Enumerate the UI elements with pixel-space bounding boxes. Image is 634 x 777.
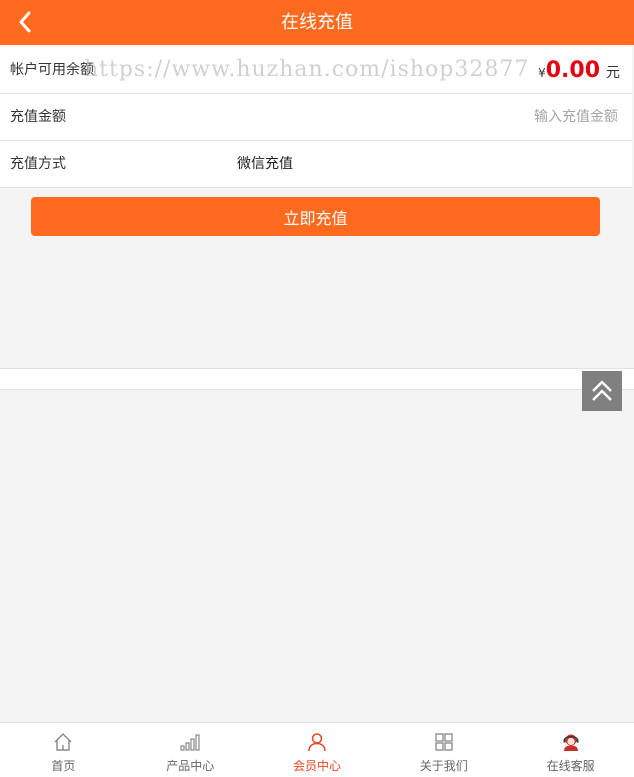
amount-input[interactable]	[378, 104, 618, 130]
balance-row: 帐户可用余额 https://www.huzhan.com/ishop32877…	[0, 47, 632, 94]
bar-chart-icon	[180, 734, 200, 751]
tab-home[interactable]: 首页	[0, 723, 127, 777]
tab-products[interactable]: 产品中心	[127, 723, 254, 777]
customer-service-icon	[563, 734, 579, 751]
tab-label: 首页	[51, 759, 76, 773]
method-label: 充值方式	[10, 156, 66, 172]
page-title: 在线充值	[281, 12, 353, 33]
tab-label: 在线客服	[546, 759, 595, 773]
tab-label: 产品中心	[166, 759, 215, 773]
tab-member[interactable]: 会员中心	[254, 723, 381, 777]
user-icon	[308, 733, 326, 752]
balance-amount: 0.00	[545, 58, 600, 83]
method-row[interactable]: 充值方式 微信充值	[0, 141, 632, 188]
watermark-text: https://www.huzhan.com/ishop32877	[84, 57, 530, 82]
balance-unit: 元	[606, 65, 620, 81]
home-icon	[54, 733, 72, 751]
tab-customer-service[interactable]: 在线客服	[507, 723, 634, 777]
top-bar: 在线充值	[0, 0, 634, 45]
amount-row: 充值金额	[0, 94, 632, 141]
tab-about[interactable]: 关于我们	[380, 723, 507, 777]
tab-label: 会员中心	[292, 759, 341, 773]
divider-band	[0, 368, 634, 390]
currency-symbol: ¥	[538, 66, 546, 80]
double-chevron-up-icon	[592, 380, 612, 401]
balance-label: 帐户可用余额	[10, 62, 94, 78]
back-to-top-button[interactable]	[582, 371, 622, 411]
grid-icon	[435, 733, 453, 751]
recharge-form: 帐户可用余额 https://www.huzhan.com/ishop32877…	[0, 47, 632, 188]
bottom-tab-bar: 首页 产品中心 会员中心 关于我们 在线客服	[0, 722, 634, 777]
method-value[interactable]: 微信充值	[237, 141, 293, 188]
amount-label: 充值金额	[10, 109, 66, 125]
tab-label: 关于我们	[419, 759, 468, 773]
recharge-button[interactable]: 立即充值	[31, 197, 600, 236]
balance-value: ¥0.00 元	[538, 47, 620, 97]
